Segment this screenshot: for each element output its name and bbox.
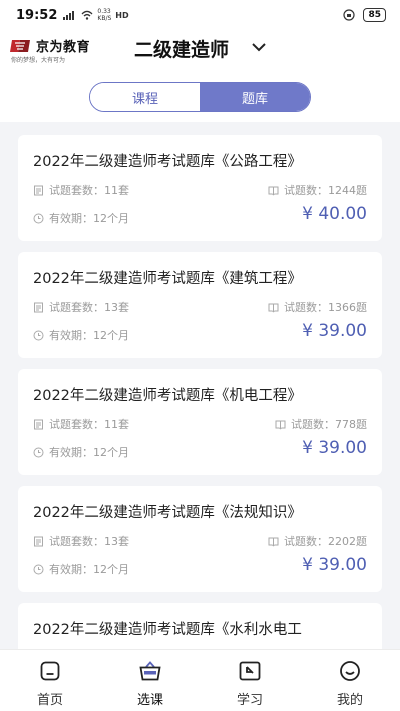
card-validity-text: 有效期：12个月 xyxy=(49,563,129,576)
network-speed-value: 0.33 xyxy=(97,8,111,15)
card-title: 2022年二级建造师考试题库《法规知识》 xyxy=(33,505,302,521)
nav-home[interactable]: 首页 xyxy=(0,650,100,711)
smile-icon xyxy=(340,661,360,681)
network-speed: 0.33 KB/S xyxy=(97,8,111,22)
nav-courses-label: 选课 xyxy=(136,693,163,708)
card-count: 试题数：1366题 xyxy=(268,299,367,315)
logo-name: 京为教育 xyxy=(36,40,91,55)
card-price: ¥ 39.00 xyxy=(302,438,367,458)
logo-mark-icon xyxy=(10,40,30,52)
card-count: 试题数：778题 xyxy=(275,416,367,432)
nav-profile[interactable]: 我的 xyxy=(300,650,400,711)
bottom-nav: 首页 选课 学习 我的 xyxy=(0,649,400,711)
clock-icon xyxy=(33,330,44,340)
card-count-text: 试题数：778题 xyxy=(291,418,367,431)
card-sets-text: 试题套数：11套 xyxy=(49,418,129,431)
nav-study-label: 学习 xyxy=(236,693,263,708)
home-icon xyxy=(40,661,60,681)
card-validity-text: 有效期：12个月 xyxy=(49,212,129,225)
status-bar: 19:52 0.33 KB/S HD 85 xyxy=(0,0,400,30)
question-bank-list[interactable]: 2022年二级建造师考试题库《公路工程》 试题套数：11套 试题数：1244题 … xyxy=(0,122,400,649)
question-bank-card[interactable]: 2022年二级建造师考试题库《机电工程》 试题套数：11套 试题数：778题 有… xyxy=(18,369,382,475)
status-time: 19:52 xyxy=(16,7,58,23)
card-sets: 试题套数：13套 xyxy=(33,533,129,549)
card-price: ¥ 39.00 xyxy=(302,321,367,341)
card-count-text: 试题数：1244题 xyxy=(284,184,367,197)
document-icon xyxy=(34,185,43,195)
signal-icon xyxy=(63,11,75,20)
question-bank-card[interactable]: 2022年二级建造师考试题库《法规知识》 试题套数：13套 试题数：2202题 … xyxy=(18,486,382,592)
tab-question-bank[interactable]: 题库 xyxy=(200,83,310,111)
card-title: 2022年二级建造师考试题库《建筑工程》 xyxy=(33,271,302,287)
question-bank-card[interactable]: 2022年二级建造师考试题库《公路工程》 试题套数：11套 试题数：1244题 … xyxy=(18,135,382,241)
card-validity: 有效期：12个月 xyxy=(33,561,129,577)
brand-logo: 京为教育 你的梦想，大有可为 xyxy=(10,36,110,64)
segmented-tabs: 课程 题库 xyxy=(89,82,311,112)
nav-home-label: 首页 xyxy=(36,693,63,708)
card-count: 试题数：2202题 xyxy=(268,533,367,549)
card-count-text: 试题数：1366题 xyxy=(284,301,367,314)
question-bank-card[interactable]: 2022年二级建造师考试题库《水利水电工 xyxy=(18,603,382,649)
nav-study[interactable]: 学习 xyxy=(200,650,300,711)
tab-courses[interactable]: 课程 xyxy=(90,83,200,111)
question-bank-card[interactable]: 2022年二级建造师考试题库《建筑工程》 试题套数：13套 试题数：1366题 … xyxy=(18,252,382,358)
card-validity: 有效期：12个月 xyxy=(33,444,129,460)
book-icon xyxy=(268,537,279,546)
card-count: 试题数：1244题 xyxy=(268,182,367,198)
card-validity: 有效期：12个月 xyxy=(33,210,129,226)
app-header: 京为教育 你的梦想，大有可为 二级建造师 xyxy=(0,30,400,70)
nav-profile-label: 我的 xyxy=(336,693,363,708)
card-price: ¥ 39.00 xyxy=(302,555,367,575)
hd-indicator: HD xyxy=(115,10,129,20)
document-icon xyxy=(34,302,43,312)
status-indicators: 0.33 KB/S HD xyxy=(63,8,129,22)
network-speed-unit: KB/S xyxy=(97,15,112,22)
card-sets-text: 试题套数：13套 xyxy=(49,301,129,314)
card-validity-text: 有效期：12个月 xyxy=(49,329,129,342)
study-icon xyxy=(239,661,261,681)
card-validity-text: 有效期：12个月 xyxy=(49,446,129,459)
card-title: 2022年二级建造师考试题库《水利水电工 xyxy=(33,622,302,638)
clock-icon xyxy=(33,213,44,223)
clock-icon xyxy=(33,447,44,457)
card-title: 2022年二级建造师考试题库《公路工程》 xyxy=(33,154,302,170)
wifi-icon xyxy=(81,10,93,20)
basket-icon xyxy=(139,661,161,681)
card-sets: 试题套数：13套 xyxy=(33,299,129,315)
book-icon xyxy=(268,186,279,195)
document-icon xyxy=(34,419,43,429)
card-price: ¥ 40.00 xyxy=(302,204,367,224)
battery-level: 85 xyxy=(363,8,386,22)
card-title: 2022年二级建造师考试题库《机电工程》 xyxy=(33,388,302,404)
exam-category-title[interactable]: 二级建造师 xyxy=(134,35,229,62)
card-sets-text: 试题套数：13套 xyxy=(49,535,129,548)
nav-courses[interactable]: 选课 xyxy=(100,650,200,711)
book-icon xyxy=(268,303,279,312)
book-icon xyxy=(275,420,286,429)
card-sets: 试题套数：11套 xyxy=(33,416,129,432)
card-validity: 有效期：12个月 xyxy=(33,327,129,343)
card-count-text: 试题数：2202题 xyxy=(284,535,367,548)
card-sets: 试题套数：11套 xyxy=(33,182,129,198)
tabs-bar: 课程 题库 xyxy=(0,70,400,122)
card-sets-text: 试题套数：11套 xyxy=(49,184,129,197)
chevron-down-icon[interactable] xyxy=(250,40,268,54)
logo-slogan: 你的梦想，大有可为 xyxy=(11,57,66,64)
document-icon xyxy=(34,536,43,546)
clock-icon xyxy=(33,564,44,574)
alarm-icon xyxy=(343,9,356,21)
